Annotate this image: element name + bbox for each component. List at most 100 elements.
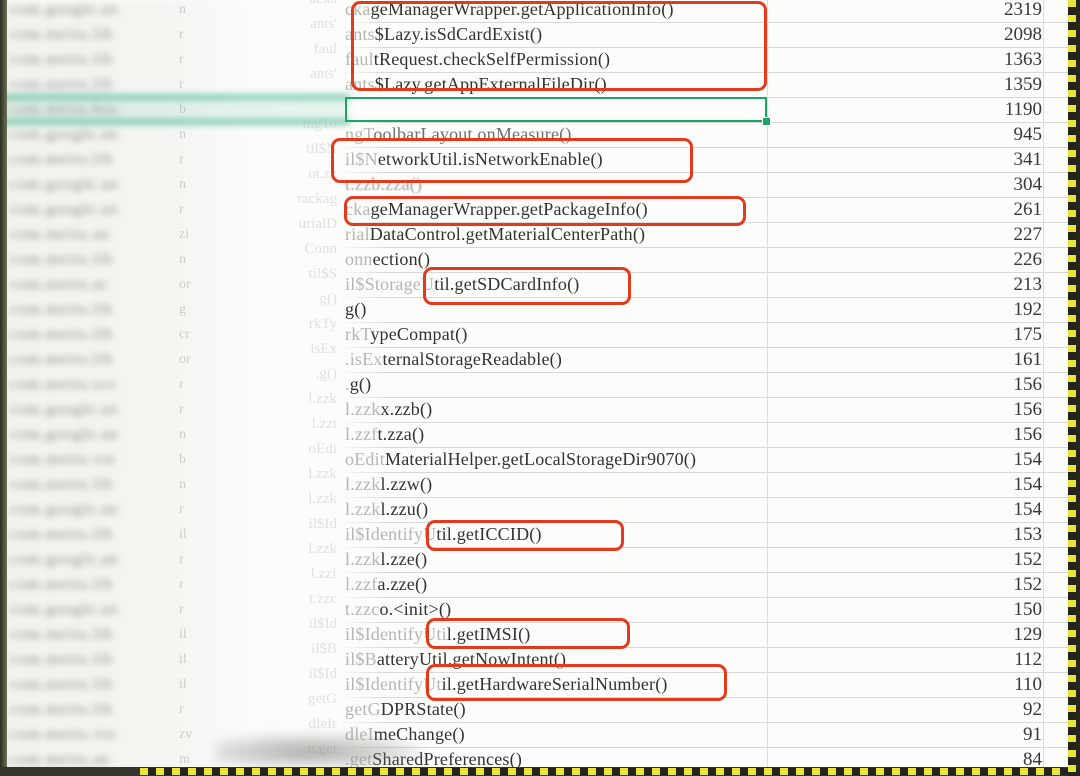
blurred-package-name: com.google.an — [10, 397, 178, 422]
ghost-letter: il — [179, 647, 187, 672]
count-cell[interactable]: 1359 — [1004, 72, 1042, 97]
method-ghost-prefix: .isEx — [345, 349, 383, 369]
blurred-package-name: com.meitu.an — [10, 222, 178, 247]
ghost-letter: zi — [179, 222, 189, 247]
blurred-package-name: com.google.an — [10, 172, 178, 197]
method-cell[interactable]: l.zzkl.zzu() — [345, 497, 428, 522]
count-cell[interactable]: 153 — [1014, 522, 1043, 547]
method-cell[interactable]: onnection() — [345, 247, 430, 272]
blurred-package-name: com.meitu.sce — [10, 372, 178, 397]
count-cell[interactable]: 261 — [1014, 197, 1043, 222]
method-name-text: a.zze() — [377, 574, 427, 594]
ghost-echo-text: .g() — [316, 362, 337, 387]
count-cell[interactable]: 92 — [1023, 697, 1042, 722]
ghost-letter: n — [179, 172, 186, 197]
count-cell[interactable]: 112 — [1014, 647, 1042, 672]
count-cell[interactable]: 129 — [1014, 622, 1043, 647]
blurred-package-name: com.meitu.lib — [10, 522, 178, 547]
count-cell[interactable]: 156 — [1014, 397, 1043, 422]
method-cell[interactable]: l.zzfa.zze() — [345, 572, 427, 597]
ghost-letter: r — [179, 22, 184, 47]
method-cell[interactable]: l.zzkl.zze() — [345, 547, 427, 572]
ghost-letter: r — [179, 197, 184, 222]
ghost-letter: n — [179, 472, 186, 497]
count-cell[interactable]: 2319 — [1004, 0, 1042, 22]
count-cell[interactable]: 227 — [1014, 222, 1043, 247]
count-cell[interactable]: 2098 — [1004, 22, 1042, 47]
count-cell[interactable]: 161 — [1014, 347, 1043, 372]
method-cell[interactable]: oEditMaterialHelper.getLocalStorageDir90… — [345, 447, 696, 472]
method-cell[interactable]: .g() — [345, 372, 371, 397]
ghost-letter: il — [179, 522, 187, 547]
ghost-echo-text: l.zzt — [312, 412, 337, 437]
count-cell[interactable]: 175 — [1014, 322, 1043, 347]
count-cell[interactable]: 226 — [1014, 247, 1043, 272]
ghost-letter: n — [179, 0, 186, 22]
ghost-letter: r — [179, 697, 184, 722]
method-name-text: DataControl.getMaterialCenterPath() — [370, 224, 645, 244]
blurred-package-name: com.meitu.lib — [10, 147, 178, 172]
selection-box[interactable] — [345, 97, 767, 122]
method-name-text: l.zzw() — [380, 474, 432, 494]
count-cell[interactable]: 150 — [1014, 597, 1043, 622]
count-cell[interactable]: 110 — [1014, 672, 1042, 697]
count-cell[interactable]: 154 — [1014, 497, 1043, 522]
count-cell[interactable]: 213 — [1014, 272, 1043, 297]
grid-line — [338, 572, 1073, 573]
method-ghost-prefix: onn — [345, 249, 373, 269]
count-cell[interactable]: 154 — [1014, 447, 1043, 472]
ghost-echo-text: l.zzk — [308, 462, 337, 487]
blurred-package-name: com.meitu.vie — [10, 447, 178, 472]
count-cell[interactable]: 341 — [1014, 147, 1043, 172]
ghost-letter: il — [179, 672, 187, 697]
ghost-letter: b — [179, 447, 186, 472]
method-cell[interactable]: g() — [345, 297, 367, 322]
annotation-box — [331, 138, 693, 183]
blurred-package-name: com.meitu.lib — [10, 297, 178, 322]
count-cell[interactable]: 304 — [1014, 172, 1043, 197]
ghost-echo-text: l.zzk — [308, 487, 337, 512]
count-cell[interactable]: 156 — [1014, 422, 1043, 447]
count-cell[interactable]: 156 — [1014, 372, 1043, 397]
blurred-package-name: com.google.an — [10, 497, 178, 522]
capture-border-right — [1068, 0, 1076, 776]
annotation-box — [423, 267, 631, 305]
ghost-echo-text: il$Id — [309, 662, 337, 687]
method-cell[interactable]: .isExternalStorageReadable() — [345, 347, 562, 372]
blurred-package-name: com.google.an — [10, 422, 178, 447]
method-ghost-prefix: il$StorageU — [345, 274, 434, 294]
count-cell[interactable]: 152 — [1014, 572, 1043, 597]
blurred-package-column: com.google.ancom.meitu.libcom.meitu.libc… — [0, 0, 352, 776]
method-cell[interactable]: l.zzft.zza() — [345, 422, 424, 447]
ghost-echo-text: l.zzf — [311, 562, 337, 587]
ghost-echo-text: faul — [314, 37, 337, 62]
method-cell[interactable]: l.zzkx.zzb() — [345, 397, 432, 422]
ghost-echo-text: ants' — [310, 12, 337, 37]
count-cell[interactable]: 91 — [1023, 722, 1042, 747]
annotation-box — [426, 664, 727, 701]
method-name-text: ection() — [373, 249, 431, 269]
ghost-echo-text: ingTo — [302, 112, 337, 137]
ghost-echo-text: getG — [308, 687, 337, 712]
ghost-letter: b — [179, 97, 186, 122]
count-cell[interactable]: 1363 — [1004, 47, 1042, 72]
selection-fill-handle[interactable] — [762, 117, 771, 126]
method-name-text: l.zzu() — [380, 499, 428, 519]
count-cell[interactable]: 154 — [1014, 472, 1043, 497]
blurred-package-name: com.google.an — [10, 0, 178, 22]
method-cell[interactable]: rkTypeCompat() — [345, 322, 468, 347]
count-cell[interactable]: 1190 — [1005, 97, 1042, 122]
blurred-package-name: com.meitu.lib — [10, 247, 178, 272]
blurred-package-name: com.meitu.lib — [10, 672, 178, 697]
blurred-package-name: com.meitu.lib — [10, 47, 178, 72]
ghost-letter: cr — [179, 322, 190, 347]
method-ghost-prefix: il$B — [345, 649, 377, 669]
ghost-letter: n — [179, 122, 186, 147]
blurred-package-name: com.meitu.lib — [10, 572, 178, 597]
blurred-package-name: com.google.an — [10, 122, 178, 147]
count-cell[interactable]: 152 — [1014, 547, 1043, 572]
method-cell[interactable]: l.zzkl.zzw() — [345, 472, 432, 497]
count-cell[interactable]: 945 — [1014, 122, 1043, 147]
count-cell[interactable]: 192 — [1014, 297, 1043, 322]
annotation-box — [426, 618, 630, 649]
